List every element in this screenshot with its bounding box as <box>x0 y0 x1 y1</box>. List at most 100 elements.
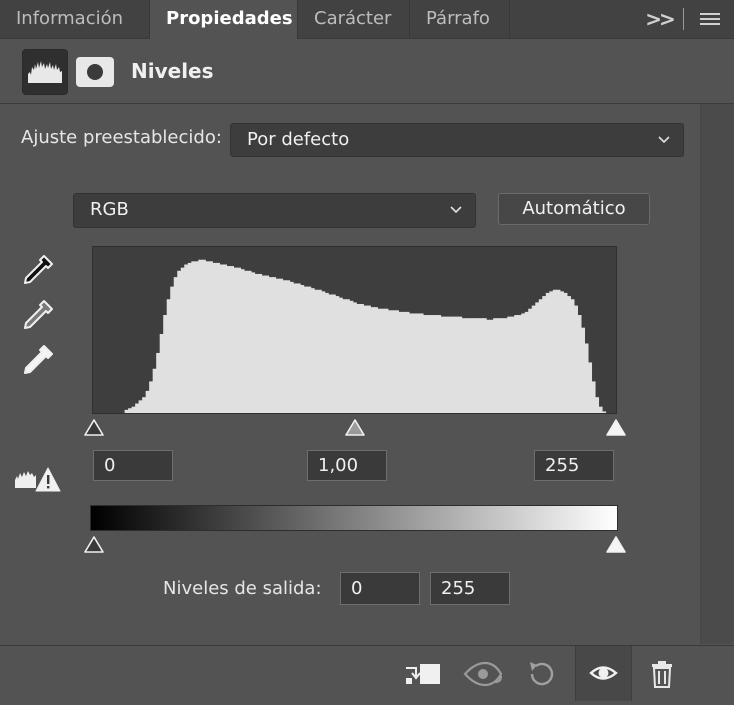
input-black-field[interactable]: 0 <box>93 450 173 481</box>
histogram-bin <box>289 281 294 413</box>
output-white-slider[interactable] <box>605 535 627 555</box>
histogram-bin <box>503 318 508 413</box>
histogram-bin <box>152 368 157 413</box>
histogram-bin <box>559 291 564 413</box>
histogram-bin <box>173 277 178 413</box>
preset-label: Ajuste preestablecido: <box>21 127 222 148</box>
histogram-bin <box>236 267 242 413</box>
histogram-bin <box>363 305 368 413</box>
bottom-toolbar <box>0 645 734 701</box>
histogram-bin <box>451 316 456 413</box>
histogram-bin <box>545 292 550 413</box>
histogram-bin <box>208 261 213 413</box>
histogram-bin <box>342 299 347 413</box>
reset-icon[interactable] <box>520 652 564 696</box>
tab-propiedades[interactable]: Propiedades <box>150 0 298 39</box>
input-gamma-field[interactable]: 1,00 <box>307 450 387 481</box>
input-gamma-slider[interactable] <box>344 418 366 438</box>
properties-panel: Información Propiedades Carácter Párrafo… <box>0 0 734 701</box>
histogram-bin <box>556 289 561 413</box>
trash-icon[interactable] <box>640 652 684 696</box>
histogram-bin <box>566 296 571 413</box>
histogram-bin <box>479 318 484 413</box>
clipping-warning-icon[interactable] <box>14 462 62 494</box>
histogram-bin <box>594 397 600 413</box>
histogram-bin <box>264 275 270 413</box>
histogram-bin <box>131 406 136 413</box>
clip-to-layer-icon[interactable] <box>400 652 444 696</box>
histogram-bin <box>307 286 312 413</box>
histogram-bin <box>229 266 234 413</box>
input-black-slider[interactable] <box>83 418 105 438</box>
channel-dropdown[interactable]: RGB <box>73 193 476 228</box>
histogram-bin <box>461 318 466 413</box>
histogram-bin <box>177 270 182 413</box>
histogram-bin <box>398 311 403 413</box>
histogram-bin <box>524 311 529 413</box>
scrollbar-track[interactable] <box>700 104 734 644</box>
histogram-bin <box>191 261 196 413</box>
histogram-bin <box>303 286 308 413</box>
histogram-bin <box>163 315 168 413</box>
double-chevron-right-icon[interactable]: >> <box>645 0 676 38</box>
output-black-slider[interactable] <box>83 535 105 555</box>
layer-mask-icon[interactable] <box>76 57 114 87</box>
histogram-bin <box>517 315 522 413</box>
histogram-bin <box>419 313 424 413</box>
output-levels-label: Niveles de salida: <box>163 578 322 599</box>
hamburger-menu-icon[interactable] <box>697 0 723 38</box>
levels-histogram-icon[interactable] <box>22 49 68 95</box>
preset-dropdown[interactable]: Por defecto <box>230 123 684 157</box>
preset-value: Por defecto <box>247 129 350 150</box>
histogram-bin <box>201 259 206 413</box>
black-point-eyedropper-icon[interactable] <box>20 252 56 288</box>
histogram-bin <box>436 315 442 413</box>
histogram-bin <box>159 334 164 413</box>
histogram-bin <box>531 305 536 413</box>
histogram-bin <box>549 291 554 413</box>
histogram-bin <box>401 311 406 413</box>
input-white-slider[interactable] <box>605 418 627 438</box>
histogram-bin <box>243 270 249 413</box>
page-title: Niveles <box>131 59 214 83</box>
channel-value: RGB <box>90 199 129 220</box>
mask-dot <box>87 64 103 80</box>
histogram-bin <box>500 318 505 413</box>
histogram-bin <box>261 275 266 413</box>
histogram-bin <box>328 294 333 413</box>
visibility-eye-icon[interactable] <box>575 646 632 701</box>
histogram-bin <box>128 408 133 413</box>
histogram-bin <box>275 278 280 413</box>
auto-button[interactable]: Automático <box>498 193 650 225</box>
histogram-bin <box>166 299 171 413</box>
histogram-bin <box>198 259 203 413</box>
histogram-bin <box>187 262 192 413</box>
histogram <box>92 246 617 414</box>
histogram-bin <box>573 305 578 413</box>
output-black-field[interactable]: 0 <box>340 572 420 605</box>
histogram-bin <box>142 397 147 413</box>
histogram-bin <box>293 283 298 413</box>
histogram-bin <box>447 316 452 413</box>
histogram-bin <box>156 352 161 413</box>
tab-informacion[interactable]: Información <box>0 0 150 38</box>
histogram-bin <box>373 307 378 413</box>
histogram-bin <box>250 272 256 413</box>
tab-caracter[interactable]: Carácter <box>298 0 410 38</box>
adjustment-header: Niveles <box>0 39 734 104</box>
toolbar-divider <box>683 8 684 30</box>
histogram-bin <box>370 307 375 413</box>
histogram-bin <box>475 318 480 413</box>
histogram-bin <box>408 313 414 413</box>
view-previous-state-icon[interactable] <box>461 652 505 696</box>
input-white-field[interactable]: 255 <box>534 450 614 481</box>
histogram-bin <box>584 343 589 413</box>
white-point-eyedropper-icon[interactable] <box>20 342 56 378</box>
histogram-bin <box>510 316 515 413</box>
gray-point-eyedropper-icon[interactable] <box>20 297 56 333</box>
histogram-bin <box>212 262 217 413</box>
histogram-bin <box>205 261 210 413</box>
output-white-field[interactable]: 255 <box>430 572 510 605</box>
histogram-bin <box>335 296 340 413</box>
tab-parrafo[interactable]: Párrafo <box>410 0 510 38</box>
